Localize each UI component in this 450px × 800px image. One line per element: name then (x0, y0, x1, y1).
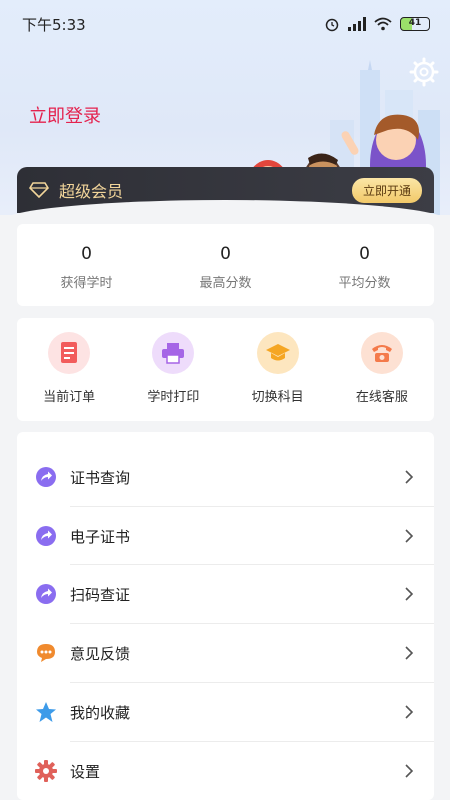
stat-value: 0 (81, 244, 92, 264)
stat-label: 获得学时 (60, 276, 113, 291)
login-link[interactable]: 立即登录 (29, 102, 101, 128)
stats-card: 0 获得学时 0 最高分数 0 平均分数 (17, 224, 434, 306)
chevron-right-icon (405, 529, 414, 543)
chevron-right-icon (405, 470, 414, 484)
stat-highest-score: 0 最高分数 (156, 224, 295, 306)
status-icons: 41 (324, 16, 430, 32)
stat-average-score: 0 平均分数 (295, 224, 434, 306)
settings-gear-icon[interactable] (408, 56, 440, 88)
stat-label: 平均分数 (338, 276, 391, 291)
menu-item-favorites[interactable]: 我的收藏 (17, 683, 434, 741)
diamond-icon (29, 182, 49, 198)
chevron-right-icon (405, 646, 414, 660)
vip-open-button[interactable]: 立即开通 (351, 177, 422, 203)
share-arrow-icon (36, 467, 56, 487)
quick-actions-card: 当前订单 学时打印 切换科目 在线客服 (17, 318, 434, 421)
menu-item-certificate-query[interactable]: 证书查询 (17, 448, 434, 506)
menu-item-label: 电子证书 (70, 527, 131, 546)
quick-action-label: 切换科目 (251, 390, 304, 405)
menu-item-scan-verify[interactable]: 扫码查证 (17, 565, 434, 623)
chevron-right-icon (405, 587, 414, 601)
menu-item-e-certificate[interactable]: 电子证书 (17, 507, 434, 565)
status-bar: 下午5:33 41 (0, 0, 450, 48)
battery-icon: 41 (400, 17, 430, 31)
phone-icon (360, 332, 403, 374)
menu-item-label: 证书查询 (70, 468, 131, 487)
quick-action-label: 当前订单 (43, 390, 96, 405)
menu-item-label: 设置 (70, 762, 101, 781)
status-time: 下午5:33 (22, 15, 86, 34)
menu-item-label: 我的收藏 (70, 703, 131, 722)
quick-action-print-hours[interactable]: 学时打印 (121, 318, 225, 421)
quick-action-customer-service[interactable]: 在线客服 (330, 318, 434, 421)
menu-item-settings[interactable]: 设置 (17, 742, 434, 800)
menu-item-label: 意见反馈 (70, 644, 131, 663)
stat-hours: 0 获得学时 (17, 224, 156, 306)
quick-action-label: 学时打印 (147, 390, 200, 405)
graduation-cap-icon (256, 332, 299, 374)
stat-value: 0 (359, 244, 370, 264)
alarm-icon (325, 18, 339, 32)
share-arrow-icon (36, 526, 56, 546)
printer-icon (152, 332, 195, 374)
chevron-right-icon (405, 705, 414, 719)
gear-icon (35, 760, 57, 782)
stat-label: 最高分数 (199, 276, 252, 291)
chat-bubble-icon (37, 644, 55, 662)
menu-item-feedback[interactable]: 意见反馈 (17, 624, 434, 682)
signal-icon (348, 17, 366, 31)
star-icon (36, 702, 56, 722)
stat-value: 0 (220, 244, 231, 264)
menu-item-label: 扫码查证 (70, 585, 131, 604)
quick-action-switch-subject[interactable]: 切换科目 (226, 318, 330, 421)
vip-label: 超级会员 (59, 182, 124, 201)
wifi-icon (374, 17, 392, 31)
document-icon (48, 332, 91, 374)
chevron-right-icon (405, 764, 414, 778)
profile-header: 下午5:33 41 立即登录 超级会员 立即开通 (0, 0, 450, 215)
quick-action-label: 在线客服 (355, 390, 408, 405)
menu-card: 证书查询 电子证书 扫码查证 意见反馈 我的收藏 设置 (17, 432, 434, 800)
share-arrow-icon (36, 584, 56, 604)
quick-action-orders[interactable]: 当前订单 (17, 318, 121, 421)
